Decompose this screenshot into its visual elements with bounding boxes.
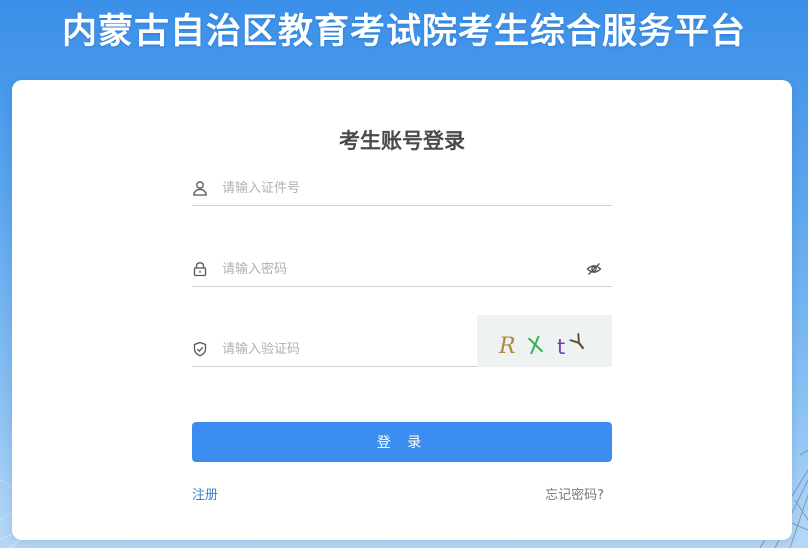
captcha-char: t: [557, 335, 565, 359]
password-input[interactable]: [222, 257, 562, 281]
login-card: 考生账号登录 请输入证件号 请输入验证码 R X t Y 登 录 注册 忘记密码…: [12, 80, 792, 540]
login-title: 考生账号登录: [339, 129, 465, 153]
register-link[interactable]: 注册: [192, 484, 218, 503]
captcha-image[interactable]: R X t Y: [477, 315, 612, 367]
captcha-char: Y: [566, 330, 592, 358]
eye-off-icon[interactable]: [586, 261, 602, 277]
login-button[interactable]: 登 录: [192, 422, 612, 462]
id-input[interactable]: [222, 176, 562, 200]
password-field: [192, 251, 612, 287]
captcha-field: R X t Y: [192, 315, 612, 367]
id-field: [192, 170, 612, 206]
user-icon: [192, 180, 208, 196]
site-title: 内蒙古自治区教育考试院考生综合服务平台: [61, 12, 746, 52]
forgot-password-link[interactable]: 忘记密码?: [545, 484, 604, 503]
shield-icon: [192, 341, 208, 357]
captcha-char: X: [525, 333, 545, 361]
lock-icon: [192, 261, 208, 277]
captcha-char: R: [498, 334, 516, 359]
